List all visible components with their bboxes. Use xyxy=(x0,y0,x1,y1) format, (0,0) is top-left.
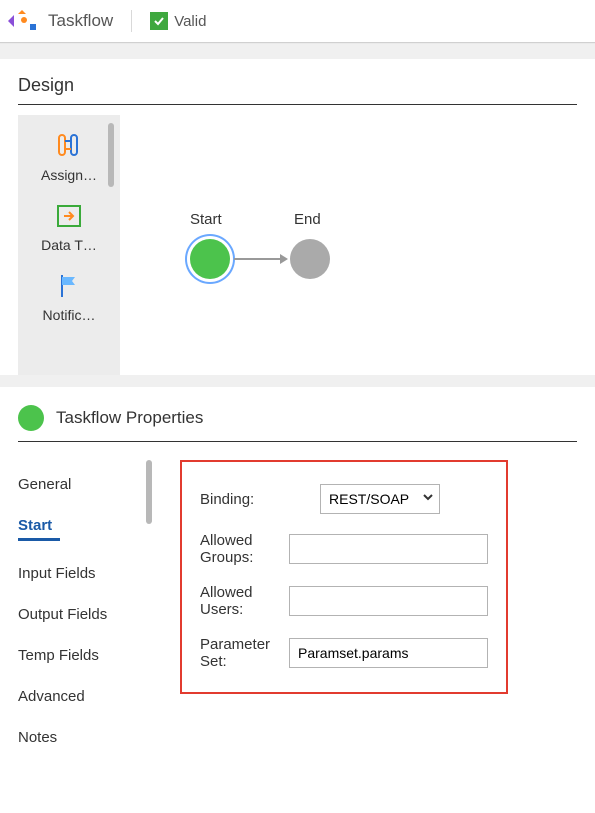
palette-item-data-task[interactable]: Data T… xyxy=(18,193,120,263)
valid-status: Valid xyxy=(150,12,206,30)
taskflow-logo-icon xyxy=(4,8,40,34)
tab-label: Start xyxy=(18,517,52,534)
highlight-box: Binding: Allowed Groups: Allowed Users: xyxy=(180,460,508,694)
assignment-icon xyxy=(53,133,85,159)
tab-output-fields[interactable]: Output Fields xyxy=(18,594,152,635)
properties-tabs: General Start Input Fields Output Fields… xyxy=(18,460,152,780)
start-node-dot-icon xyxy=(18,405,44,431)
valid-label: Valid xyxy=(174,13,206,30)
start-node[interactable] xyxy=(190,239,230,279)
design-body: Assign… Data T… Notifi xyxy=(18,115,577,375)
design-section: Design Assign… xyxy=(0,59,595,375)
allowed-groups-row: Allowed Groups: xyxy=(200,532,488,566)
data-task-icon xyxy=(53,203,85,229)
notification-icon xyxy=(53,273,85,299)
allowed-groups-label: Allowed Groups: xyxy=(200,532,289,566)
palette-item-label: Assign… xyxy=(41,167,97,183)
allowed-groups-input[interactable] xyxy=(289,534,488,564)
binding-select[interactable] xyxy=(320,484,440,514)
tab-start[interactable]: Start xyxy=(18,505,152,553)
palette-item-assignment[interactable]: Assign… xyxy=(18,123,120,193)
properties-title: Taskflow Properties xyxy=(56,408,203,428)
palette-item-label: Data T… xyxy=(41,237,97,253)
parameter-set-input[interactable] xyxy=(289,638,488,668)
tabs-scrollbar[interactable] xyxy=(146,460,152,524)
tab-advanced[interactable]: Advanced xyxy=(18,676,152,717)
palette-item-notification[interactable]: Notific… xyxy=(18,263,120,333)
tab-label: Advanced xyxy=(18,688,85,705)
design-title: Design xyxy=(18,75,577,105)
binding-label: Binding: xyxy=(200,491,320,508)
allowed-users-label: Allowed Users: xyxy=(200,584,289,618)
tab-label: Output Fields xyxy=(18,606,107,623)
palette-item-label: Notific… xyxy=(43,307,96,323)
tab-temp-fields[interactable]: Temp Fields xyxy=(18,635,152,676)
palette-scrollbar[interactable] xyxy=(108,123,114,187)
properties-panel: Taskflow Properties General Start Input … xyxy=(0,375,595,780)
separator-band xyxy=(0,43,595,59)
palette: Assign… Data T… Notifi xyxy=(18,115,120,375)
edge-start-end[interactable] xyxy=(234,258,286,260)
parameter-set-label: Parameter Set: xyxy=(200,636,289,670)
parameter-set-row: Parameter Set: xyxy=(200,636,488,670)
properties-header: Taskflow Properties xyxy=(18,405,577,442)
tab-label: Notes xyxy=(18,729,57,746)
app-title: Taskflow xyxy=(48,11,113,31)
design-canvas[interactable]: Start End xyxy=(120,115,577,375)
allowed-users-row: Allowed Users: xyxy=(200,584,488,618)
checkmark-icon xyxy=(150,12,168,30)
vertical-divider xyxy=(131,10,132,32)
tab-label: General xyxy=(18,476,71,493)
start-form: Binding: Allowed Groups: Allowed Users: xyxy=(180,460,577,780)
end-node-label: End xyxy=(294,211,321,228)
top-bar: Taskflow Valid xyxy=(0,0,595,43)
binding-row: Binding: xyxy=(200,484,488,514)
tab-general[interactable]: General xyxy=(18,464,152,505)
start-node-label: Start xyxy=(190,211,222,228)
tab-label: Input Fields xyxy=(18,565,96,582)
tab-input-fields[interactable]: Input Fields xyxy=(18,553,152,594)
tab-label: Temp Fields xyxy=(18,647,99,664)
end-node[interactable] xyxy=(290,239,330,279)
tab-notes[interactable]: Notes xyxy=(18,717,152,758)
allowed-users-input[interactable] xyxy=(289,586,488,616)
